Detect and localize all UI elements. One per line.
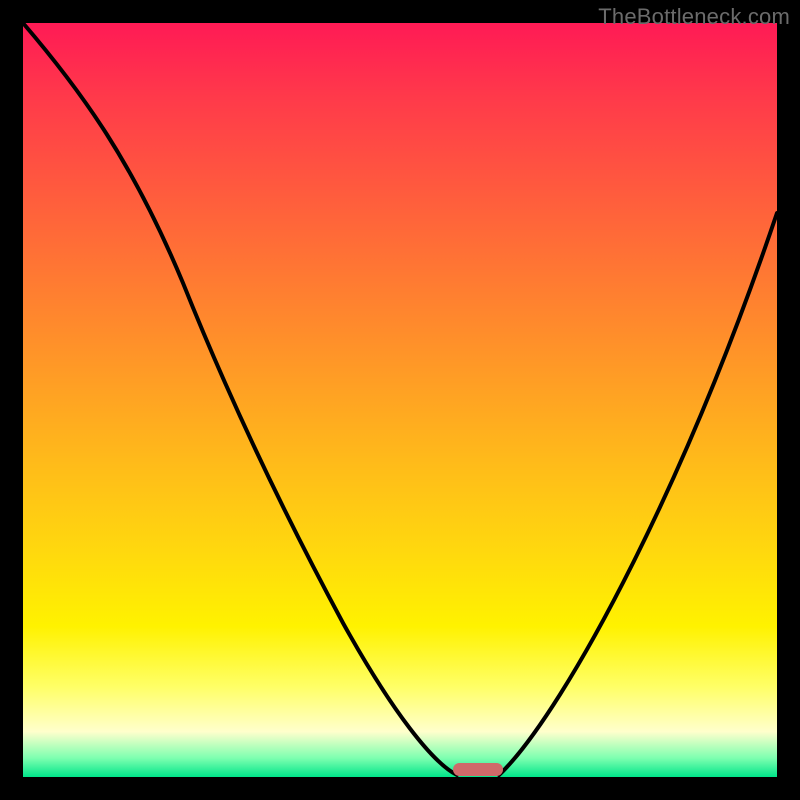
chart-frame: TheBottleneck.com bbox=[0, 0, 800, 800]
bottleneck-curve bbox=[23, 23, 777, 777]
curve-left bbox=[23, 23, 457, 775]
curve-right bbox=[499, 213, 777, 775]
watermark-text: TheBottleneck.com bbox=[598, 4, 790, 30]
plot-area bbox=[23, 23, 777, 777]
optimal-range-marker bbox=[453, 763, 503, 776]
